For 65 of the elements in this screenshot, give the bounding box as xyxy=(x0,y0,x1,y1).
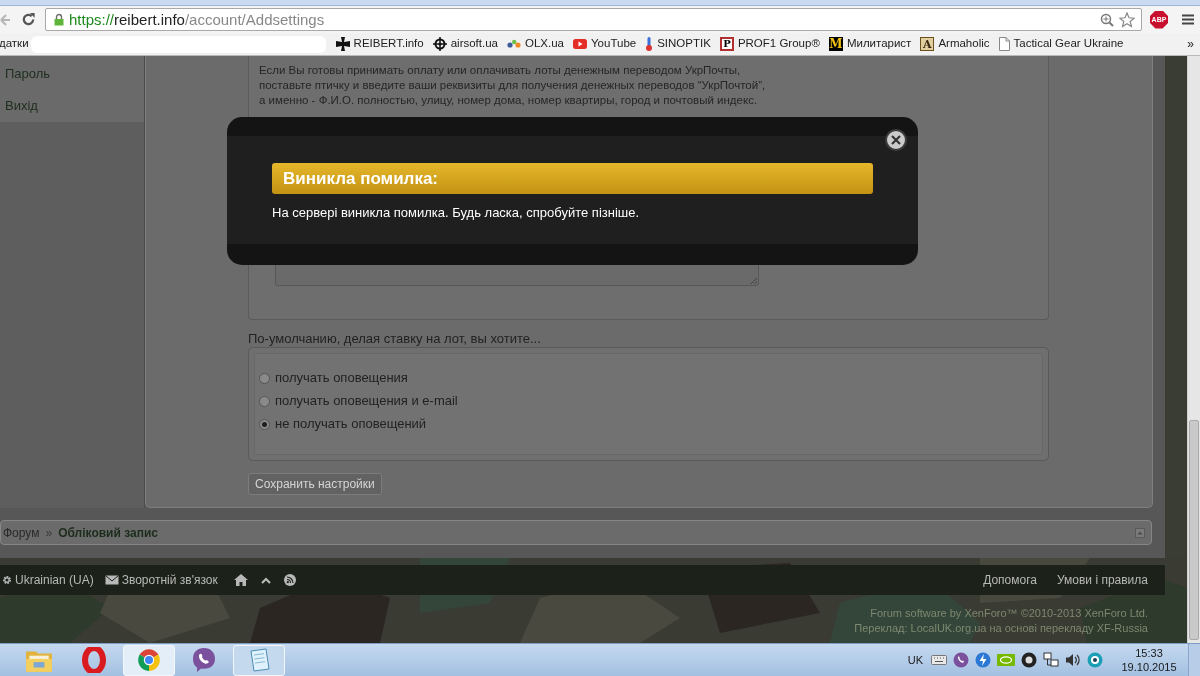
phone-bubble-icon xyxy=(191,647,217,673)
save-button[interactable]: Сохранить настройки xyxy=(248,473,382,495)
page-icon xyxy=(998,37,1010,51)
bookmark-link[interactable]: OLX.ua xyxy=(507,34,564,54)
colored-dots-icon xyxy=(507,37,521,51)
envelope-icon xyxy=(104,575,119,585)
round-app-icon[interactable] xyxy=(1021,652,1037,668)
crosshair-icon xyxy=(432,37,447,51)
credits-text: Переклад: LocalUK.org.ua на основі перекладу XF-Russia xyxy=(854,621,1148,636)
round-logo-icon xyxy=(136,647,162,673)
rss-icon[interactable] xyxy=(283,574,296,586)
lock-icon xyxy=(54,13,64,26)
letter-logo-icon: A xyxy=(920,37,935,51)
close-icon xyxy=(891,135,901,145)
radio-button[interactable] xyxy=(259,418,270,430)
ring-app-icon[interactable] xyxy=(1087,652,1103,668)
dialog-title: Виникла помилка: xyxy=(283,167,439,190)
keyboard-icon[interactable] xyxy=(931,655,947,665)
radio-button[interactable] xyxy=(259,395,270,407)
breadcrumb-separator: » xyxy=(45,524,53,542)
thermometer-icon xyxy=(645,37,654,51)
taskbar-button[interactable] xyxy=(233,644,285,676)
url-text: https://reibert.info/account/Addsettings xyxy=(69,12,325,27)
menu-icon[interactable] xyxy=(1182,14,1194,25)
letter-logo-icon: M xyxy=(828,37,843,51)
gear-icon xyxy=(2,575,12,585)
footer-link[interactable]: Умови і правила xyxy=(1056,571,1148,589)
bookmark-link[interactable]: P PROF1 Group® xyxy=(719,34,820,54)
bookmark-link[interactable]: REIBERT.info xyxy=(335,34,424,54)
description-text: Если Вы готовы принимать оплату или оплачивать лоты денежным переводом УкрПочты, поставьте птичку и введите ваши реквизиты для получения денежных переводов “УкрПочтой”, а именно - Ф.И.О. полностью, улицу, номер дома, номер квартиры, город и почтовый индекс. xyxy=(259,63,766,108)
lightning-icon[interactable] xyxy=(975,652,991,668)
phone-bubble-icon[interactable] xyxy=(953,652,969,668)
radio-button[interactable] xyxy=(259,372,270,384)
bookmark-link[interactable]: SINOPTIK xyxy=(645,34,711,54)
taskbar-button[interactable] xyxy=(123,644,175,676)
play-icon xyxy=(573,39,587,49)
credits-text: Forum software by XenForo™ ©2010-2013 XenForo Ltd. xyxy=(870,606,1148,621)
bookmark-link[interactable]: A Armaholic xyxy=(920,34,990,54)
footer-link[interactable]: Допомога xyxy=(983,571,1037,589)
bookmark-link[interactable]: airsoft.ua xyxy=(432,34,498,54)
footer-link[interactable]: Ukrainian (UA) xyxy=(2,571,94,589)
ring-logo-icon xyxy=(81,647,107,673)
network-icon[interactable] xyxy=(1043,652,1059,668)
error-message: На сервері виникла помилка. Будь ласка, спробуйте пізніше. xyxy=(272,204,640,222)
clock[interactable]: 15:33 19.10.2015 xyxy=(1113,646,1185,674)
star-icon[interactable] xyxy=(1119,11,1135,28)
bookmark-link[interactable]: Tactical Gear Ukraine xyxy=(998,34,1124,54)
bookmark-link[interactable]: YouTube xyxy=(573,34,637,54)
address-field[interactable]: https://reibert.info/account/Addsettings xyxy=(45,8,1142,31)
caret-up-icon[interactable] xyxy=(260,576,271,584)
home-icon[interactable] xyxy=(233,574,248,586)
scrollbar-thumb[interactable] xyxy=(1189,420,1199,640)
reload-icon[interactable] xyxy=(21,12,36,27)
bookmark-link[interactable]: M Милитарист xyxy=(828,34,912,54)
speaker-icon[interactable] xyxy=(1065,652,1081,668)
bookmarks-overflow[interactable]: » xyxy=(1187,35,1194,53)
close-button[interactable] xyxy=(885,129,907,151)
resize-grip-icon[interactable] xyxy=(750,277,757,284)
eye-logo-icon[interactable] xyxy=(997,654,1015,666)
cross-icon xyxy=(335,37,350,51)
field-label: По-умолчанию, делая ставку на лот, вы хотите... xyxy=(248,331,541,347)
language-indicator[interactable]: UK xyxy=(907,651,923,669)
zoom-icon[interactable] xyxy=(1100,12,1114,27)
letter-logo-icon: P xyxy=(719,37,734,51)
scrollbar[interactable] xyxy=(1187,56,1200,643)
